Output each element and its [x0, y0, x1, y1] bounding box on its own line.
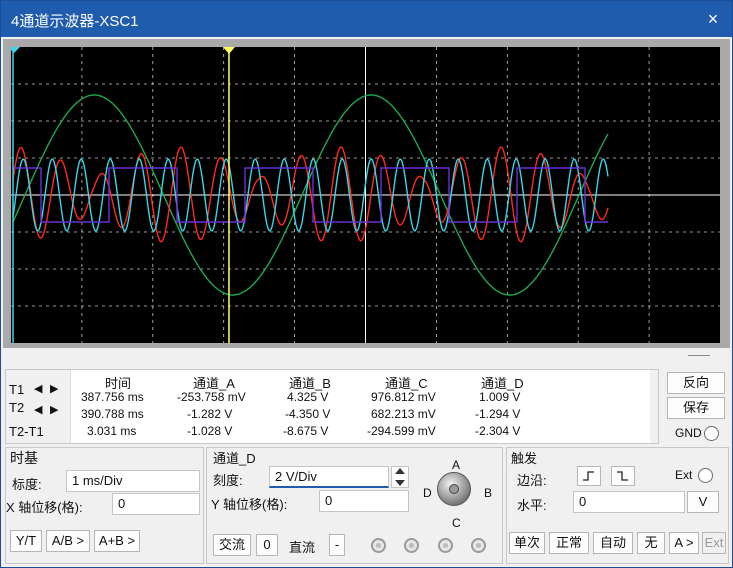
falling-edge-button[interactable] — [611, 466, 635, 486]
t1-time: 387.756 ms — [81, 390, 144, 404]
t1-channel-d: 1.009 V — [479, 390, 521, 404]
channel-indicator-dot-3 — [438, 538, 453, 553]
gnd-radio[interactable] — [704, 426, 719, 441]
a-plus-b-button[interactable]: A+B > — [94, 530, 140, 552]
rising-edge-icon — [583, 471, 594, 481]
ext-trigger-button[interactable]: Ext — [702, 532, 726, 554]
t1-left-arrow-icon[interactable]: ◀ — [34, 382, 42, 395]
scope-screen[interactable] — [11, 47, 720, 343]
channel-knob-label-c: C — [452, 516, 461, 530]
t1-right-arrow-icon[interactable]: ▶ — [50, 382, 58, 395]
normal-button[interactable]: 正常 — [549, 532, 589, 554]
channel-title: 通道_D — [213, 451, 256, 466]
trigger-panel: 触发 边沿: Ext 水平: 0 V 单次 正常 自动 无 A > Ext — [506, 447, 729, 564]
zero-button[interactable]: 0 — [256, 534, 278, 556]
title-bar[interactable]: 4通道示波器-XSC1 × — [1, 1, 732, 37]
channel-selector-knob-icon[interactable] — [437, 472, 471, 506]
t2-t1-channel-a: -1.028 V — [187, 424, 233, 438]
yt-button[interactable]: Y/T — [10, 530, 42, 552]
timebase-panel: 时基 标度: 1 ms/Div X 轴位移(格): 0 Y/T A/B > A+… — [5, 447, 204, 564]
channel-indicator-dot-2 — [404, 538, 419, 553]
t2-channel-b: -4.350 V — [285, 407, 331, 421]
channel-scale-field[interactable]: 2 V/Div — [269, 466, 389, 488]
channel-knob-label-b: B — [484, 486, 493, 500]
y-position-label: Y 轴位移(格): — [211, 497, 288, 512]
channel-knob-label-d: D — [423, 486, 432, 500]
ext-label: Ext — [675, 468, 693, 482]
auto-button[interactable]: 自动 — [593, 532, 633, 554]
ext-radio[interactable] — [698, 468, 713, 483]
ab-button[interactable]: A/B > — [46, 530, 90, 552]
cursor-t2-marker-icon[interactable] — [223, 47, 235, 54]
t2-channel-a: -1.282 V — [187, 407, 233, 421]
channel-indicator-dot-1 — [371, 538, 386, 553]
trigger-title: 触发 — [511, 451, 538, 466]
edge-label: 边沿: — [517, 473, 547, 488]
row-label-t1: T1 — [9, 382, 25, 397]
rising-edge-button[interactable] — [577, 466, 601, 486]
channel-a-trace — [12, 146, 609, 243]
t2-right-arrow-icon[interactable]: ▶ — [50, 403, 58, 416]
t2-t1-channel-b: -8.675 V — [283, 424, 329, 438]
gnd-label: GND — [675, 426, 702, 440]
t1-channel-a: -253.758 mV — [177, 390, 246, 404]
channel-panel: 通道_D 刻度: 2 V/Div Y 轴位移(格): 0 A B C D 交流 … — [206, 447, 503, 564]
t2-channel-d: -1.294 V — [475, 407, 521, 421]
row-label-t2: T2 — [9, 400, 25, 415]
bottom-strip — [3, 348, 730, 362]
falling-edge-icon — [617, 471, 628, 481]
t2-channel-c: 682.213 mV — [371, 407, 436, 421]
x-position-field[interactable]: 0 — [112, 493, 200, 515]
t2-t1-channel-d: -2.304 V — [475, 424, 521, 438]
scale-spinner[interactable] — [391, 466, 409, 488]
timebase-scale-label: 标度: — [12, 477, 42, 492]
single-button[interactable]: 单次 — [509, 532, 545, 554]
t2-t1-channel-c: -294.599 mV — [367, 424, 436, 438]
timebase-scale-field[interactable]: 1 ms/Div — [66, 470, 200, 492]
channel-knob-label-a: A — [452, 458, 461, 472]
t1-channel-b: 4.325 V — [287, 390, 329, 404]
y-position-field[interactable]: 0 — [319, 490, 409, 512]
close-icon[interactable]: × — [700, 7, 726, 31]
none-button[interactable]: 无 — [637, 532, 665, 554]
level-label: 水平: — [517, 498, 547, 513]
row-label-t2-t1: T2-T1 — [9, 424, 44, 439]
t1-channel-c: 976.812 mV — [371, 390, 436, 404]
level-field[interactable]: 0 — [573, 491, 685, 513]
window-title: 4通道示波器-XSC1 — [11, 13, 139, 30]
timebase-title: 时基 — [10, 450, 38, 466]
channel-indicator-dot-4 — [471, 538, 486, 553]
save-button[interactable]: 保存 — [667, 397, 725, 419]
a-trigger-button[interactable]: A > — [669, 532, 699, 554]
x-position-label: X 轴位移(格): — [6, 500, 83, 515]
t2-t1-time: 3.031 ms — [87, 424, 137, 438]
measurement-panel: T1 T2 T2-T1 ◀ ▶ ◀ ▶ 时间 通道_A 通道_B 通道_C 通道… — [5, 369, 659, 444]
ac-button[interactable]: 交流 — [213, 534, 251, 556]
level-unit[interactable]: V — [687, 491, 719, 513]
resize-grip-icon[interactable] — [688, 355, 710, 356]
minus-button[interactable]: - — [329, 534, 345, 556]
t2-time: 390.788 ms — [81, 407, 144, 421]
measurement-table: 时间 通道_A 通道_B 通道_C 通道_D 387.756 ms -253.7… — [70, 370, 650, 443]
dc-label[interactable]: 直流 — [289, 537, 315, 556]
oscilloscope-window: 4通道示波器-XSC1 × T1 T2 T2-T1 ◀ ▶ ◀ ▶ 时间 通道_… — [0, 0, 733, 568]
reverse-button[interactable]: 反向 — [667, 372, 725, 394]
scope-screen-frame — [3, 39, 730, 348]
channel-scale-label: 刻度: — [213, 473, 243, 488]
waveform-display — [11, 47, 720, 343]
spin-up-icon[interactable] — [395, 468, 405, 474]
t2-left-arrow-icon[interactable]: ◀ — [34, 403, 42, 416]
spin-down-icon[interactable] — [395, 480, 405, 486]
